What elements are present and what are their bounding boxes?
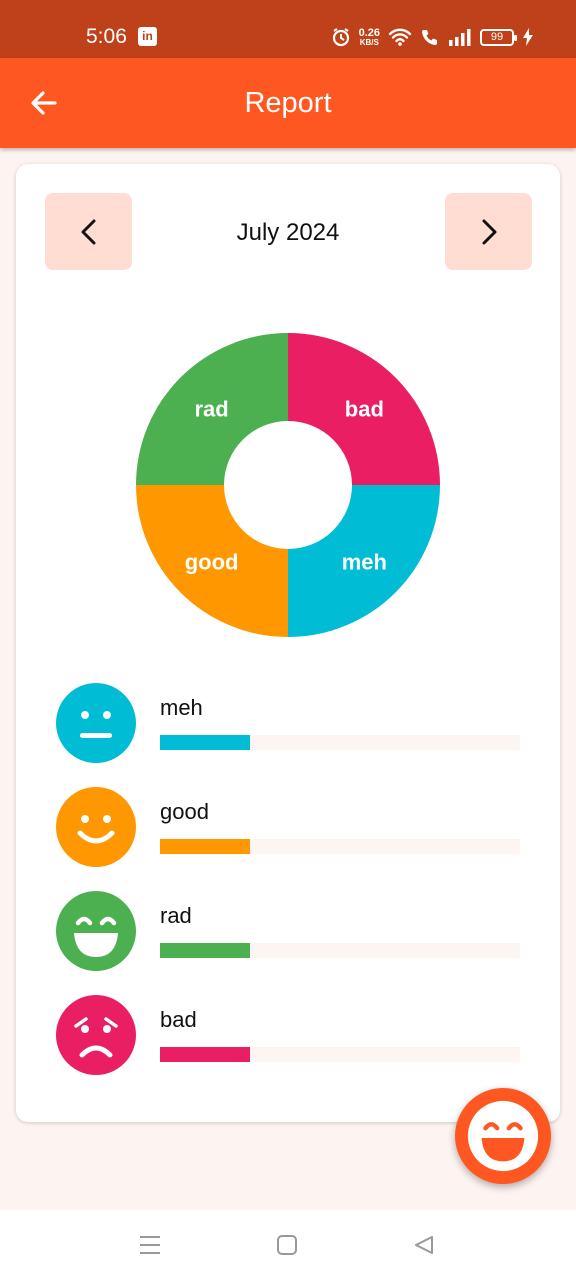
- mood-progress-track: [160, 735, 520, 750]
- grinning-face-icon: [56, 891, 136, 971]
- donut-label-good: good: [185, 549, 239, 574]
- alarm-icon: [332, 28, 349, 47]
- mood-progress-fill: [160, 943, 250, 958]
- mood-row-meh: meh: [56, 683, 526, 763]
- donut-label-rad: rad: [195, 397, 229, 422]
- linkedin-icon: in: [138, 27, 157, 46]
- wifi-call-icon: [422, 30, 437, 45]
- app-bar: Report: [0, 58, 576, 148]
- battery-icon: 99: [480, 28, 517, 46]
- mood-progress-track: [160, 943, 520, 958]
- donut-label-meh: meh: [342, 549, 387, 574]
- mood-donut-chart: bad meh good rad: [136, 333, 440, 637]
- menu-icon: [140, 1236, 160, 1254]
- back-triangle-icon: [415, 1236, 433, 1254]
- network-speed-value: 0.26: [358, 26, 380, 39]
- home-button[interactable]: [267, 1230, 307, 1260]
- mood-progress-track: [160, 839, 520, 854]
- system-nav-bar: [0, 1210, 576, 1280]
- page-title: Report: [244, 87, 332, 119]
- status-icons: 0.26 KB/S 99: [331, 24, 534, 50]
- wifi-icon: [388, 28, 412, 46]
- home-square-icon: [277, 1235, 297, 1255]
- mood-name: rad: [160, 903, 192, 928]
- mood-progress-fill: [160, 735, 250, 750]
- charging-icon: [523, 28, 533, 46]
- status-time: 5:06: [86, 25, 127, 48]
- signal-icon: [449, 29, 471, 46]
- mood-name: bad: [160, 1007, 197, 1032]
- battery-level: 99: [490, 30, 504, 43]
- add-mood-fab[interactable]: [455, 1088, 551, 1184]
- mood-name: good: [160, 799, 209, 824]
- smiling-face-icon: [56, 787, 136, 867]
- back-nav-button[interactable]: [404, 1230, 444, 1260]
- neutral-face-icon: [56, 683, 136, 763]
- network-speed-unit: KB/S: [359, 37, 379, 47]
- mood-row-bad: bad: [56, 995, 526, 1075]
- frowning-face-icon: [56, 995, 136, 1075]
- mood-progress-fill: [160, 1047, 250, 1062]
- mood-name: meh: [160, 695, 203, 720]
- mood-row-good: good: [56, 787, 526, 867]
- network-speed: 0.26 KB/S: [358, 26, 380, 47]
- mood-progress-track: [160, 1047, 520, 1062]
- grinning-face-icon: [467, 1100, 539, 1172]
- donut-label-bad: bad: [345, 397, 384, 422]
- menu-button[interactable]: [130, 1230, 170, 1260]
- mood-row-rad: rad: [56, 891, 526, 971]
- mood-progress-fill: [160, 839, 250, 854]
- report-card: July 2024 badmehgoodrad meh good rad: [16, 164, 560, 1122]
- status-bar: 5:06 in 0.26 KB/S 99: [0, 0, 576, 58]
